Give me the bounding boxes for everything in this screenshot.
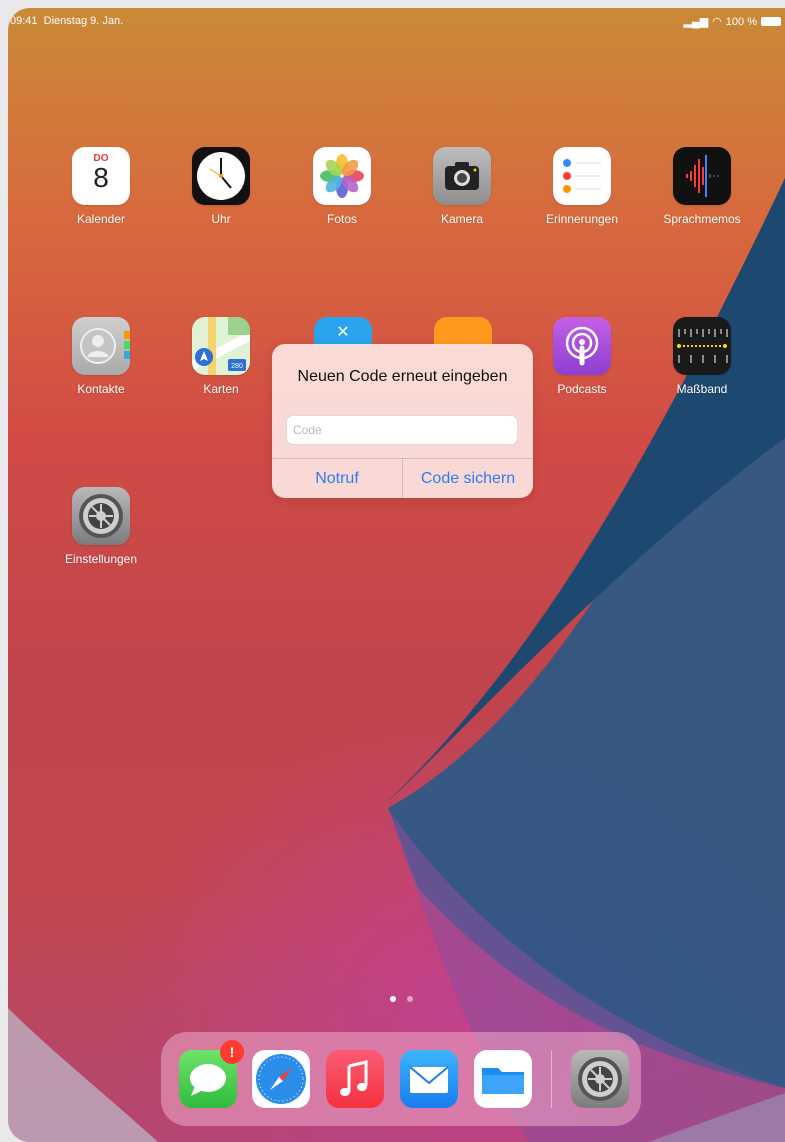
notification-badge: ! xyxy=(220,1040,244,1064)
app-label: Podcasts xyxy=(557,382,607,396)
page-dot xyxy=(407,996,413,1002)
app-label: Maßband xyxy=(676,382,728,396)
app-label: Kamera xyxy=(440,212,484,226)
emergency-call-button[interactable]: Notruf xyxy=(272,459,402,498)
measure-icon xyxy=(673,317,731,375)
clock-icon xyxy=(192,147,250,205)
settings-icon[interactable] xyxy=(571,1050,629,1108)
wifi-icon: ◠ xyxy=(712,16,722,28)
battery-icon xyxy=(761,17,781,26)
books-icon[interactable] xyxy=(434,317,492,347)
status-time: 09:41 Dienstag 9. Jan. xyxy=(10,15,124,27)
safari-icon[interactable] xyxy=(252,1050,310,1108)
app-label: Fotos xyxy=(326,212,357,226)
app-label: Sprachmemos xyxy=(663,212,741,226)
app-karten[interactable]: 280 Karten xyxy=(166,317,276,396)
app-podcasts[interactable]: Podcasts xyxy=(527,317,637,396)
alert-title: Neuen Code erneut eingeben xyxy=(297,368,508,385)
app-label: Kontakte xyxy=(77,382,125,396)
files-icon[interactable] xyxy=(474,1050,532,1108)
route-sign: 280 xyxy=(231,363,243,370)
app-label: Uhr xyxy=(211,212,231,226)
home-screen: 09:41 Dienstag 9. Jan. ▂▄▆ ◠ 100 % DO 8 … xyxy=(8,8,785,1142)
app-uhr[interactable]: Uhr xyxy=(166,147,276,226)
contacts-icon xyxy=(72,317,130,375)
app-label: Einstellungen xyxy=(64,552,138,566)
reminders-icon xyxy=(553,147,611,205)
maps-icon: 280 xyxy=(192,317,250,375)
settings-icon xyxy=(72,487,130,545)
photos-icon xyxy=(313,147,371,205)
app-kamera[interactable]: Kamera xyxy=(407,147,517,226)
calendar-day: 8 xyxy=(93,162,109,193)
app-label: Erinnerungen xyxy=(545,212,619,226)
podcasts-icon xyxy=(553,317,611,375)
app-sprachmemos[interactable]: Sprachmemos xyxy=(647,147,757,226)
page-dot-active xyxy=(390,996,396,1002)
passcode-alert: Neuen Code erneut eingeben Notruf Code s… xyxy=(272,344,533,498)
camera-icon xyxy=(433,147,491,205)
status-date: Dienstag 9. Jan. xyxy=(43,15,124,27)
mail-icon[interactable] xyxy=(400,1050,458,1108)
app-fotos[interactable]: Fotos xyxy=(287,147,397,226)
save-code-button[interactable]: Code sichern xyxy=(403,459,533,498)
app-kontakte[interactable]: Kontakte xyxy=(46,317,156,396)
voice-memos-icon xyxy=(673,147,731,205)
code-input[interactable] xyxy=(287,416,517,444)
code-field[interactable] xyxy=(286,415,518,445)
dock-separator xyxy=(551,1050,552,1108)
status-bar: 09:41 Dienstag 9. Jan. ▂▄▆ ◠ 100 % xyxy=(8,8,785,34)
battery-percent: 100 % xyxy=(725,15,757,28)
dock: ! xyxy=(161,1032,641,1126)
page-indicator[interactable] xyxy=(390,996,413,1002)
cellular-signal-icon: ▂▄▆ xyxy=(683,16,709,28)
calendar-icon: DO 8 xyxy=(72,147,130,205)
music-icon[interactable] xyxy=(326,1050,384,1108)
app-erinnerungen[interactable]: Erinnerungen xyxy=(527,147,637,226)
app-label: Kalender xyxy=(76,212,126,226)
app-label: Karten xyxy=(203,382,239,396)
app-kalender[interactable]: DO 8 Kalender xyxy=(46,147,156,226)
app-store-icon[interactable]: ✕ xyxy=(314,317,372,347)
app-einstellungen[interactable]: Einstellungen xyxy=(46,487,156,566)
app-massband[interactable]: Maßband xyxy=(647,317,757,396)
